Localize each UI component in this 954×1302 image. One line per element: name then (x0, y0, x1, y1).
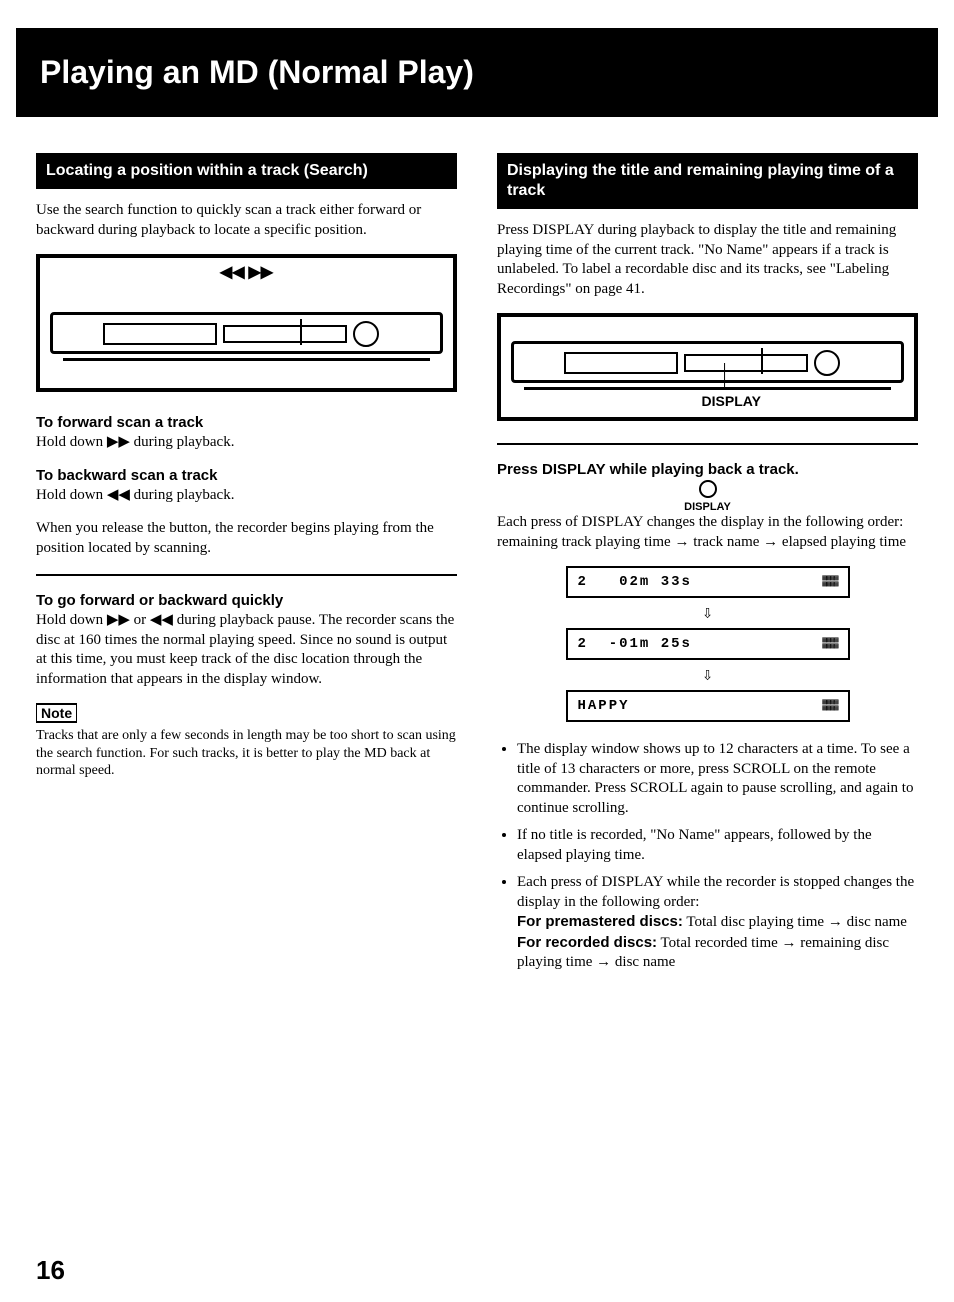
recorded-label: For recorded discs: (517, 934, 657, 951)
display-notes-list: The display window shows up to 12 charac… (497, 740, 918, 973)
md-deck-drawing (511, 341, 904, 383)
search-intro: Use the search function to quickly scan … (36, 201, 457, 240)
release-body: When you release the button, the recorde… (36, 519, 457, 558)
page-title-bar: Playing an MD (Normal Play) (16, 28, 938, 117)
rew-ffwd-icon: ◀◀ ▶▶ (220, 262, 273, 282)
forward-scan-heading: To forward scan a track (36, 414, 457, 431)
device-illustration-search: ◀◀ ▶▶ (36, 254, 457, 392)
backward-scan-body: Hold down ◀◀ during playback. (36, 486, 457, 506)
lcd-state-elapsed-neg: 2 -01m 25s ▦▦▦▦▦▦▦▦ (566, 628, 850, 660)
section-heading-search: Locating a position within a track (Sear… (36, 153, 457, 189)
lcd-state-name: HAPPY ▦▦▦▦▦▦▦▦ (566, 690, 850, 722)
backward-scan-heading: To backward scan a track (36, 467, 457, 484)
press-display-heading: Press DISPLAY while playing back a track… (497, 461, 918, 478)
left-column: Locating a position within a track (Sear… (36, 153, 457, 981)
divider (497, 443, 918, 445)
press-display-body: Each press of DISPLAY changes the displa… (497, 513, 918, 552)
display-callout: DISPLAY (702, 393, 761, 409)
list-item: The display window shows up to 12 charac… (517, 740, 918, 818)
divider (36, 574, 457, 576)
quick-scan-heading: To go forward or backward quickly (36, 592, 457, 609)
page-title: Playing an MD (Normal Play) (40, 54, 914, 91)
list-item: Each press of DISPLAY while the recorder… (517, 873, 918, 973)
display-sequence: 2 02m 33s ▦▦▦▦▦▦▦▦ ⇩ 2 -01m 25s ▦▦▦▦▦▦▦▦… (497, 566, 918, 722)
premastered-body: Total disc playing time → disc name (686, 914, 907, 930)
page-number: 16 (36, 1255, 65, 1286)
down-arrow-icon: ⇩ (497, 664, 918, 686)
forward-scan-body: Hold down ▶▶ during playback. (36, 433, 457, 453)
note-label: Note (36, 703, 77, 723)
display-button-icon: DISPLAY (497, 480, 918, 513)
md-deck-drawing (50, 312, 443, 354)
premastered-label: For premastered discs: (517, 913, 683, 930)
right-column: Displaying the title and remaining playi… (497, 153, 918, 981)
device-illustration-display: DISPLAY (497, 313, 918, 421)
display-intro: Press DISPLAY during playback to display… (497, 221, 918, 299)
note-body: Tracks that are only a few seconds in le… (36, 727, 457, 780)
quick-scan-body: Hold down ▶▶ or ◀◀ during playback pause… (36, 611, 457, 689)
lcd-state-remaining: 2 02m 33s ▦▦▦▦▦▦▦▦ (566, 566, 850, 598)
section-heading-display: Displaying the title and remaining playi… (497, 153, 918, 209)
list-item: If no title is recorded, "No Name" appea… (517, 826, 918, 865)
display-icon-label: DISPLAY (684, 501, 731, 513)
down-arrow-icon: ⇩ (497, 602, 918, 624)
